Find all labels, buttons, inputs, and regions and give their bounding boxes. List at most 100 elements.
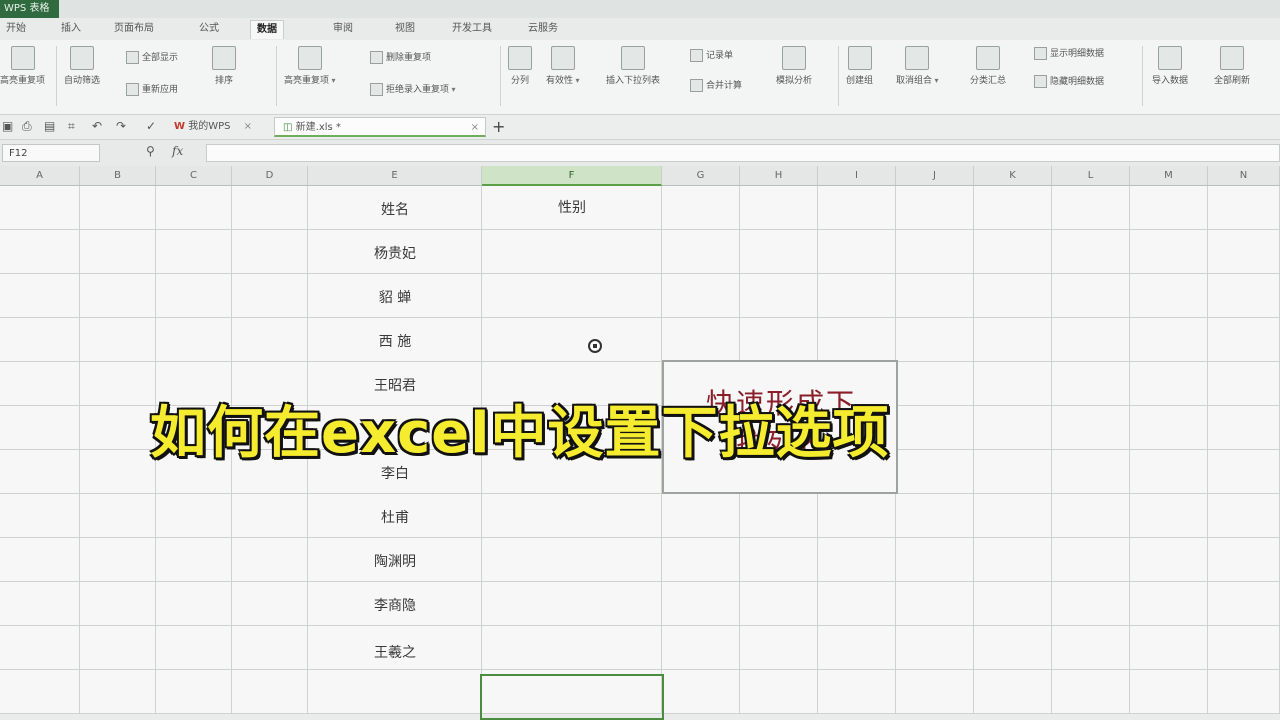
print-icon[interactable]: ▤: [44, 119, 55, 133]
grid-cell[interactable]: [740, 494, 818, 538]
grid-cell[interactable]: [974, 318, 1052, 362]
grid-cell[interactable]: [1130, 626, 1208, 670]
column-header-j[interactable]: J: [896, 166, 974, 186]
grid-cell[interactable]: [1130, 494, 1208, 538]
grid-cell[interactable]: [80, 274, 156, 318]
grid-cell[interactable]: [1208, 362, 1280, 406]
grid-cell[interactable]: [1052, 406, 1130, 450]
grid-cell[interactable]: [156, 274, 232, 318]
reapply-button[interactable]: 重新应用: [126, 82, 178, 98]
grid-cell[interactable]: [818, 230, 896, 274]
grid-cell[interactable]: [1052, 450, 1130, 494]
name-cell[interactable]: 李商隐: [308, 584, 482, 628]
split-column-button[interactable]: 分列: [508, 46, 532, 86]
grid-cell[interactable]: [482, 318, 662, 362]
refresh-all-button[interactable]: 全部刷新: [1214, 46, 1250, 86]
grid-cell[interactable]: [80, 230, 156, 274]
grid-cell[interactable]: [662, 186, 740, 230]
column-header-g[interactable]: G: [662, 166, 740, 186]
grid-cell[interactable]: [662, 318, 740, 362]
name-cell[interactable]: 杨贵妃: [308, 232, 482, 276]
grid-cell[interactable]: [818, 318, 896, 362]
insert-dropdown-button[interactable]: 插入下拉列表: [606, 46, 660, 86]
grid-cell[interactable]: [896, 538, 974, 582]
grid-cell[interactable]: [896, 582, 974, 626]
grid-cell[interactable]: [80, 450, 156, 494]
column-header-k[interactable]: K: [974, 166, 1052, 186]
grid-cell[interactable]: [818, 274, 896, 318]
grid-cell[interactable]: [1130, 582, 1208, 626]
grid-cell[interactable]: [80, 538, 156, 582]
new-tab-icon[interactable]: +: [492, 117, 505, 136]
grid-cell[interactable]: [1208, 670, 1280, 714]
grid-cell[interactable]: [1052, 318, 1130, 362]
grid-cell[interactable]: [156, 670, 232, 714]
auto-filter-button[interactable]: 自动筛选: [64, 46, 100, 86]
grid-cell[interactable]: [662, 274, 740, 318]
redo-icon[interactable]: ↷: [116, 119, 126, 133]
record-form-button[interactable]: 记录单: [690, 48, 733, 64]
hide-detail-button[interactable]: 隐藏明细数据: [1034, 74, 1104, 90]
grid-cell[interactable]: [896, 626, 974, 670]
show-all-button[interactable]: 全部显示: [126, 50, 178, 66]
grid-cell[interactable]: [1208, 538, 1280, 582]
grid-cell[interactable]: [232, 230, 308, 274]
grid-cell[interactable]: [232, 582, 308, 626]
grid-cell[interactable]: [1052, 670, 1130, 714]
grid-cell[interactable]: [818, 186, 896, 230]
grid-cell[interactable]: [896, 230, 974, 274]
menu-tab-review[interactable]: 审阅: [327, 20, 359, 38]
grid-cell[interactable]: [0, 274, 80, 318]
grid-cell[interactable]: [482, 494, 662, 538]
grid-cell[interactable]: [482, 626, 662, 670]
grid-cell[interactable]: [896, 274, 974, 318]
grid-cell[interactable]: [1052, 274, 1130, 318]
grid-cell[interactable]: [1208, 582, 1280, 626]
menu-tab-insert[interactable]: 插入: [55, 20, 87, 38]
subtotal-button[interactable]: 分类汇总: [970, 46, 1006, 86]
grid-cell[interactable]: [974, 494, 1052, 538]
grid-cell[interactable]: [1208, 450, 1280, 494]
grid-cell[interactable]: [1052, 186, 1130, 230]
grid-cell[interactable]: [482, 274, 662, 318]
import-data-button[interactable]: 导入数据: [1152, 46, 1188, 86]
grid-cell[interactable]: [482, 230, 662, 274]
grid-cell[interactable]: [1130, 450, 1208, 494]
grid-cell[interactable]: [740, 230, 818, 274]
grid-cell[interactable]: [740, 538, 818, 582]
highlight-dup-left-button[interactable]: 高亮重复项: [0, 46, 45, 86]
column-header-c[interactable]: C: [156, 166, 232, 186]
grid-cell[interactable]: [1208, 318, 1280, 362]
grid-cell[interactable]: [0, 230, 80, 274]
sort-button[interactable]: 排序: [212, 46, 236, 86]
grid-cell[interactable]: [232, 538, 308, 582]
check-icon[interactable]: ✓: [146, 119, 156, 133]
grid-cell[interactable]: [974, 538, 1052, 582]
grid-cell[interactable]: [974, 582, 1052, 626]
grid-cell[interactable]: [662, 670, 740, 714]
grid-cell[interactable]: [1208, 494, 1280, 538]
active-cell-selection[interactable]: [480, 674, 664, 720]
column-header-m[interactable]: M: [1130, 166, 1208, 186]
ungroup-button[interactable]: 取消组合 ▾: [896, 46, 939, 86]
grid-cell[interactable]: [308, 670, 482, 714]
grid-cell[interactable]: [156, 582, 232, 626]
column-header-f[interactable]: F: [482, 166, 662, 186]
grid-cell[interactable]: [662, 582, 740, 626]
menu-tab-home[interactable]: 开始: [0, 20, 32, 38]
grid-cell[interactable]: [80, 670, 156, 714]
grid-cell[interactable]: [1208, 406, 1280, 450]
column-header-d[interactable]: D: [232, 166, 308, 186]
highlight-duplicates-button[interactable]: 高亮重复项 ▾: [284, 46, 336, 86]
grid-cell[interactable]: [1052, 538, 1130, 582]
undo-icon[interactable]: ↶: [92, 119, 102, 133]
grid-cell[interactable]: [818, 670, 896, 714]
name-box[interactable]: F12: [2, 144, 100, 162]
menu-tab-data[interactable]: 数据: [250, 20, 284, 39]
name-cell[interactable]: 王羲之: [308, 628, 482, 672]
name-cell[interactable]: 西 施: [308, 320, 482, 364]
menu-tab-cloud[interactable]: 云服务: [522, 20, 564, 38]
grid-cell[interactable]: [232, 494, 308, 538]
grid-cell[interactable]: [482, 538, 662, 582]
grid-cell[interactable]: [818, 494, 896, 538]
